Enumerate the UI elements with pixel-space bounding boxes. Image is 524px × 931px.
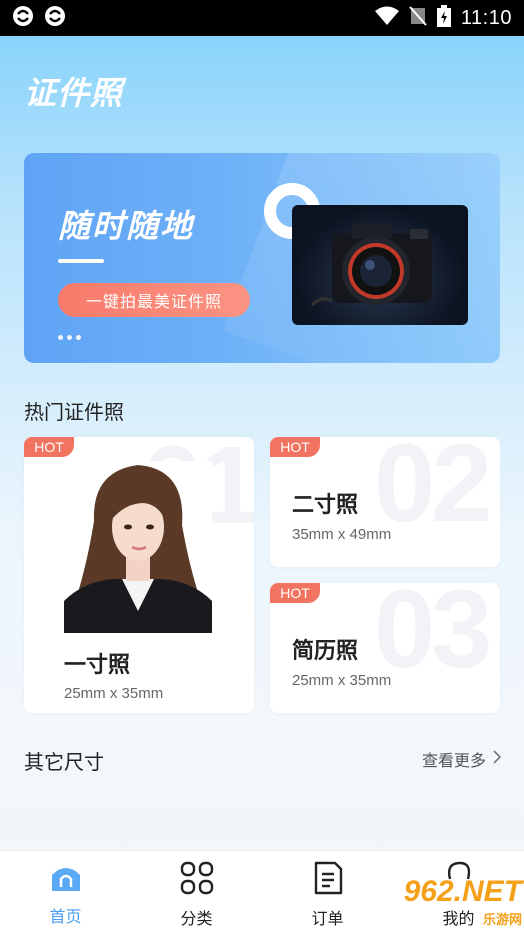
card-size: 35mm x 49mm: [292, 526, 392, 543]
grid-icon: [180, 861, 214, 899]
banner-cta-button[interactable]: 一键拍最美证件照: [58, 283, 250, 317]
document-icon: [313, 861, 343, 899]
banner-pagination-dots: [58, 335, 81, 340]
tab-label: 分类: [180, 909, 213, 928]
tab-orders[interactable]: 订单: [262, 851, 393, 931]
card-size: 25mm x 35mm: [64, 685, 164, 702]
tab-home[interactable]: 首页: [0, 851, 131, 931]
sync-icon: [12, 5, 34, 31]
photo-type-card-resume[interactable]: 03 HOT 简历照 25mm x 35mm: [270, 583, 500, 713]
card-title: 一寸照: [64, 653, 131, 678]
hot-badge: HOT: [270, 583, 320, 603]
view-more-link[interactable]: 查看更多: [422, 747, 502, 771]
camera-image: [292, 205, 468, 325]
card-title: 二寸照: [292, 493, 359, 518]
tab-label: 首页: [49, 907, 82, 926]
watermark-text: 962.NET: [403, 874, 522, 908]
hot-section-title: 热门证件照: [24, 400, 124, 424]
status-time: 11:10: [460, 6, 512, 29]
watermark-logo: 962.NET 乐游网: [386, 874, 522, 928]
banner-title: 随时随地: [58, 207, 195, 245]
banner-underline: [58, 259, 104, 263]
hot-badge: HOT: [24, 437, 74, 457]
tab-category[interactable]: 分类: [131, 851, 262, 931]
promo-banner[interactable]: 随时随地 一键拍最美证件照: [24, 153, 500, 363]
card-background-number: 03: [374, 583, 492, 691]
wifi-icon: [374, 6, 399, 30]
watermark-subtext: 乐游网: [482, 912, 522, 928]
page-title: 证件照: [24, 74, 124, 112]
hot-badge: HOT: [270, 437, 320, 457]
portrait-image: [64, 461, 212, 633]
battery-icon: [436, 5, 451, 31]
card-size: 25mm x 35mm: [292, 672, 392, 689]
tab-label: 订单: [311, 909, 344, 928]
card-title: 简历照: [292, 639, 359, 664]
card-background-number: 02: [374, 437, 492, 545]
photo-type-card-2inch[interactable]: 02 HOT 二寸照 35mm x 49mm: [270, 437, 500, 567]
status-bar: 11:10: [0, 0, 524, 36]
chevron-right-icon: [492, 749, 502, 769]
other-section-title: 其它尺寸: [24, 750, 104, 774]
sync-icon: [44, 5, 66, 31]
no-signal-icon: [409, 6, 427, 30]
home-icon: [50, 861, 82, 897]
view-more-label: 查看更多: [421, 751, 486, 770]
photo-type-card-1inch[interactable]: 01 HOT 一寸照 25mm x 35mm: [24, 437, 254, 713]
